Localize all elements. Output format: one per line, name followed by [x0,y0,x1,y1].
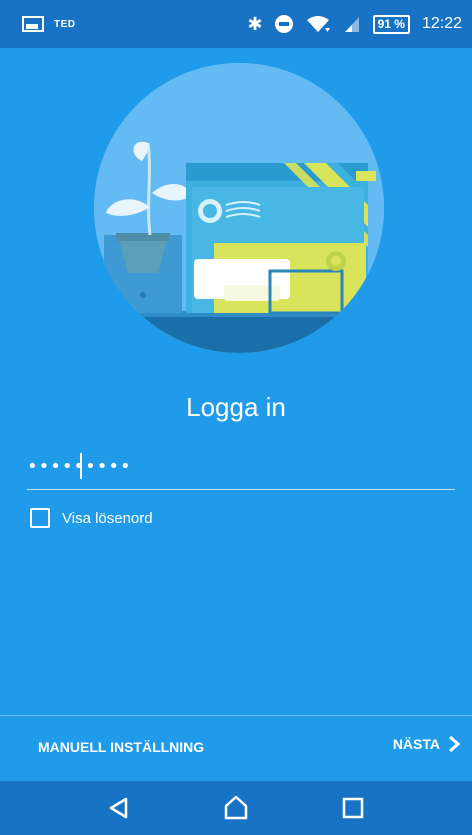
signal-icon [344,17,359,32]
carrier-label: TED [54,18,76,30]
recent-apps-button[interactable] [336,791,370,825]
chevron-right-icon [449,735,461,753]
email-illustration [94,63,384,353]
wifi-icon [306,16,330,32]
clock: 12:22 [421,15,462,32]
do-not-disturb-icon [274,15,293,33]
show-password-row[interactable]: Visa lösenord [30,508,153,528]
recent-apps-icon [343,797,364,819]
show-password-checkbox[interactable] [30,508,50,528]
next-label: NÄSTA [392,736,440,752]
back-button[interactable] [102,791,136,825]
page-title: Logga in [186,392,286,422]
illustration-graphic [94,63,384,353]
status-right: ✱ 91 % 12:22 [247,13,462,35]
manual-setup-button[interactable]: MANUELL INSTÄLLNING [38,739,204,755]
bluetooth-icon: ✱ [247,13,263,34]
next-button[interactable]: NÄSTA [393,734,464,754]
home-button[interactable] [219,791,253,825]
status-bar: TED ✱ 91 % 12:22 [0,0,472,48]
battery-icon: 91 % [372,14,410,34]
footer-divider [0,715,472,716]
text-cursor [80,453,82,479]
gallery-icon [22,16,44,32]
home-icon [224,795,248,820]
back-icon [109,797,127,819]
status-left: TED [22,16,76,32]
password-field[interactable] [27,448,455,490]
show-password-label: Visa lösenord [62,509,153,527]
navigation-bar [0,781,472,835]
